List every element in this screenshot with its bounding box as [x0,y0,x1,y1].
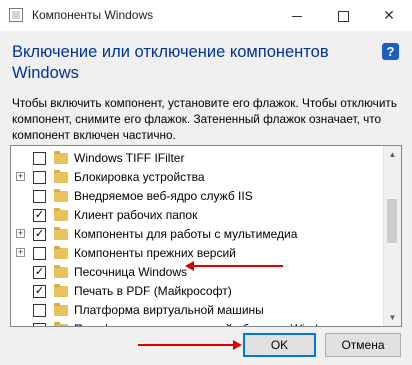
feature-checkbox[interactable] [33,304,46,317]
feature-label: Песочница Windows [74,265,187,279]
scroll-thumb[interactable] [387,198,397,243]
instructions-text: Чтобы включить компонент, установите его… [12,96,397,142]
page-heading: Включение или отключение компонентов Win… [12,43,329,82]
feature-label: Блокировка устройства [74,170,205,184]
feature-row[interactable]: + Компоненты прежних версий [11,244,383,263]
feature-label: Клиент рабочих папок [74,208,198,222]
folder-icon [54,303,68,316]
feature-checkbox[interactable] [33,323,46,326]
folder-icon [54,322,68,326]
cancel-button[interactable]: Отмена [325,333,401,357]
feature-row[interactable]: + ✓ Компоненты для работы с мультимедиа [11,225,383,244]
folder-icon [54,246,68,259]
folder-icon [54,151,68,164]
feature-row[interactable]: + Блокировка устройства [11,168,383,187]
folder-icon [54,208,68,221]
title-bar: Компоненты Windows ✕ [0,0,412,31]
annotation-arrow-to-sandbox [185,261,283,271]
expand-icon[interactable]: + [16,172,25,181]
feature-row[interactable]: ✓ Клиент рабочих папок [11,206,383,225]
feature-row[interactable]: Платформа низкоуровневой оболочки Window… [11,320,383,326]
feature-checkbox[interactable]: ✓ [33,285,46,298]
feature-label: Печать в PDF (Майкрософт) [74,284,232,298]
annotation-arrow-to-ok [138,340,242,350]
minimize-button[interactable] [274,0,320,31]
feature-checkbox[interactable]: ✓ [33,209,46,222]
feature-label: Компоненты прежних версий [74,246,236,260]
window-app-icon [9,8,23,22]
feature-checkbox[interactable] [33,171,46,184]
window-title: Компоненты Windows [32,8,154,22]
features-tree[interactable]: Windows TIFF IFilter + Блокировка устройст… [10,145,402,327]
help-icon[interactable]: ? [382,43,399,60]
feature-checkbox[interactable] [33,190,46,203]
folder-icon [54,265,68,278]
feature-row[interactable]: Платформа виртуальной машины [11,301,383,320]
feature-checkbox[interactable] [33,247,46,260]
expand-icon[interactable]: + [16,248,25,257]
feature-label: Windows TIFF IFilter [74,151,185,165]
feature-row[interactable]: ✓ Печать в PDF (Майкрософт) [11,282,383,301]
feature-checkbox[interactable]: ✓ [33,228,46,241]
feature-label: Внедряемое веб-ядро служб IIS [74,189,253,203]
minimize-icon [292,15,302,17]
folder-icon [54,170,68,183]
feature-checkbox[interactable]: ✓ [33,266,46,279]
feature-row[interactable]: Windows TIFF IFilter [11,149,383,168]
scroll-up-icon[interactable]: ▲ [384,146,401,163]
feature-label: Компоненты для работы с мультимедиа [74,227,298,241]
feature-row[interactable]: Внедряемое веб-ядро служб IIS [11,187,383,206]
folder-icon [54,284,68,297]
feature-checkbox[interactable] [33,152,46,165]
folder-icon [54,189,68,202]
feature-label: Платформа виртуальной машины [74,303,264,317]
ok-button[interactable]: OK [243,333,316,357]
maximize-icon [337,10,349,22]
maximize-button[interactable] [320,0,366,31]
feature-label: Платформа низкоуровневой оболочки Window… [74,320,339,326]
close-button[interactable]: ✕ [366,0,412,31]
vertical-scrollbar[interactable]: ▲ ▼ [383,146,401,326]
close-icon: ✕ [383,7,395,23]
folder-icon [54,227,68,240]
expand-icon[interactable]: + [16,229,25,238]
scroll-down-icon[interactable]: ▼ [384,309,401,326]
